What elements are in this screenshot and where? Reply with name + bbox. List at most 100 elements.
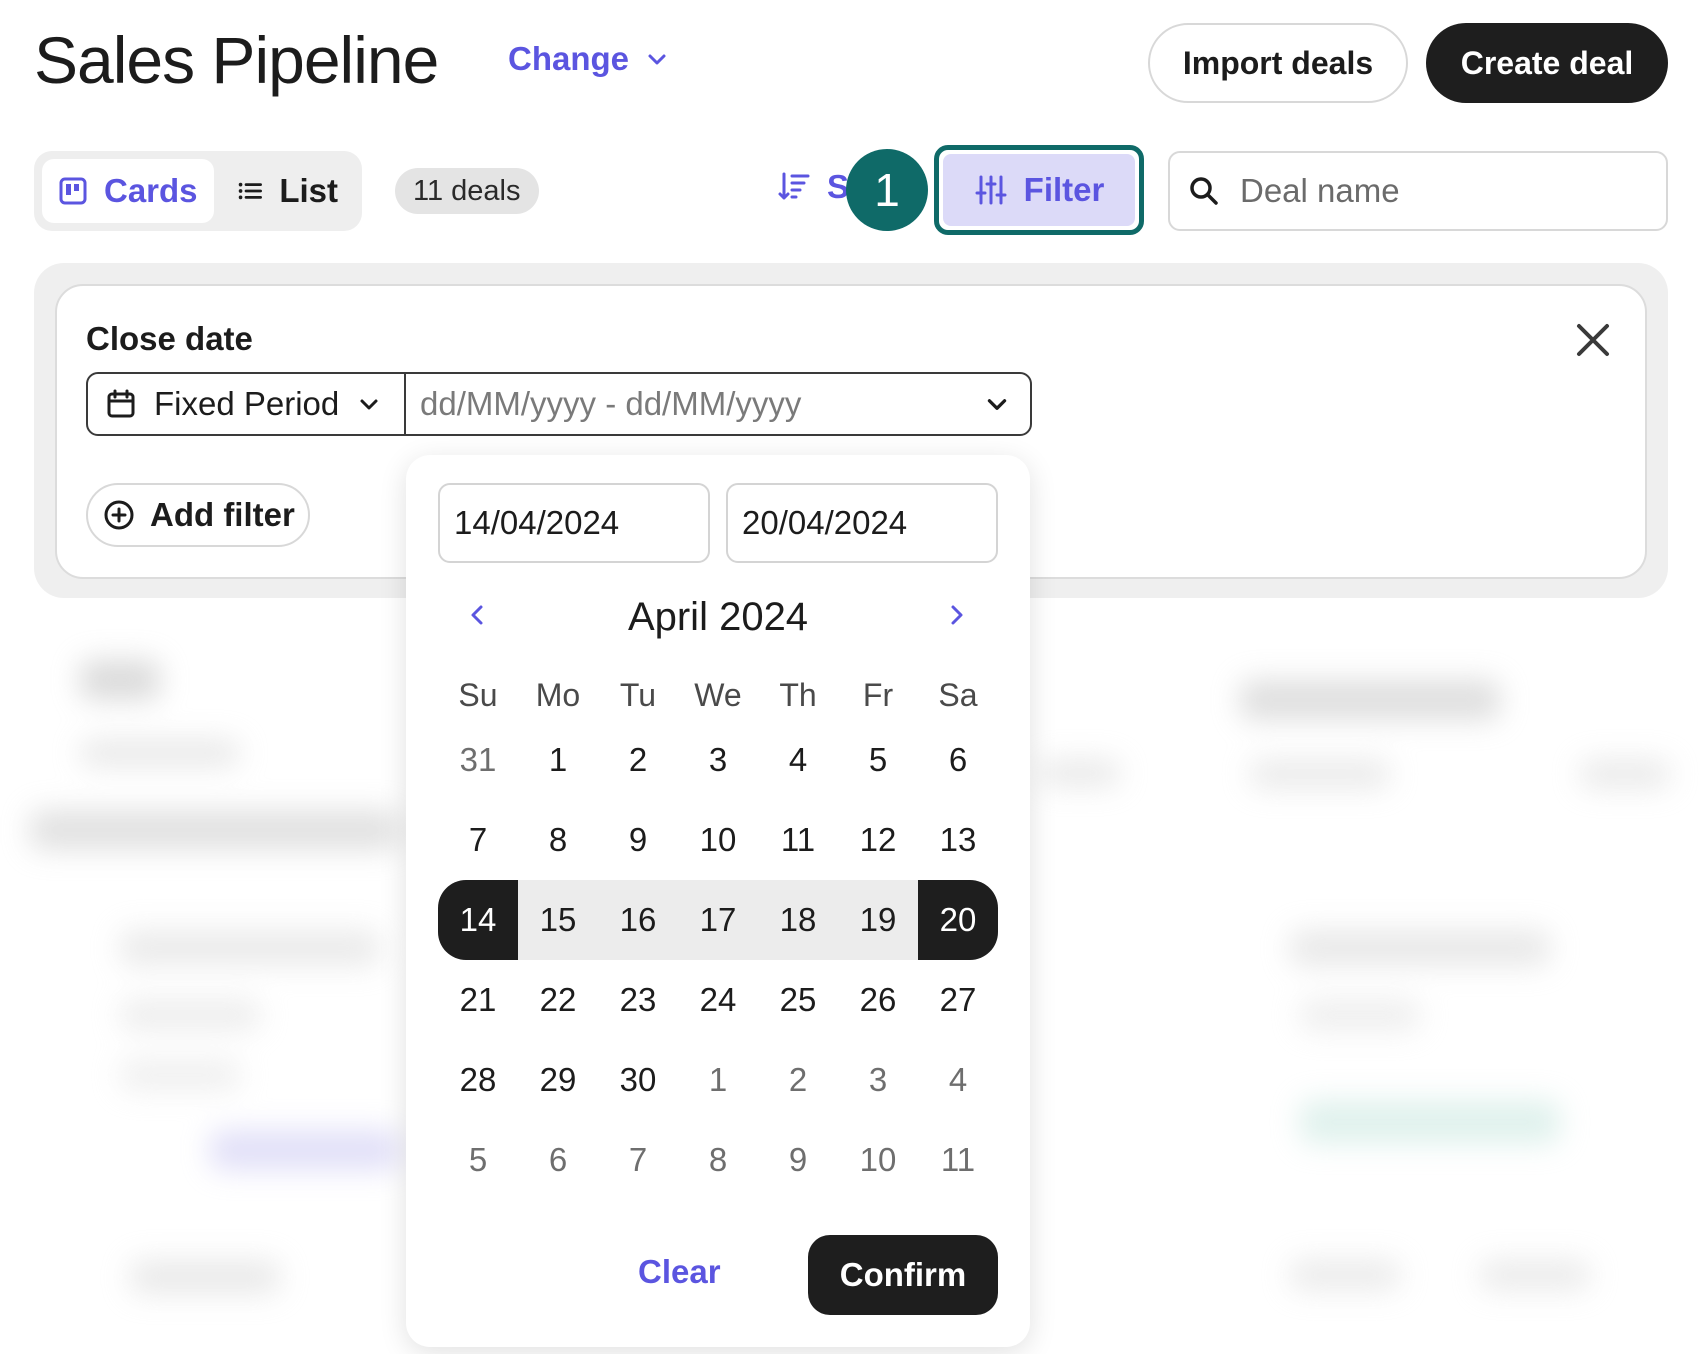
calendar-day[interactable]: 12 xyxy=(838,800,918,880)
weekday-label: Th xyxy=(779,677,817,713)
prev-month-button[interactable] xyxy=(458,595,498,635)
calendar-day[interactable]: 7 xyxy=(438,800,518,880)
create-deal-button[interactable]: Create deal xyxy=(1426,23,1668,103)
sort-button[interactable]: S xyxy=(777,168,849,206)
start-date-input[interactable]: 14/04/2024 xyxy=(438,483,710,563)
calendar-day[interactable]: 30 xyxy=(598,1040,678,1120)
import-deals-button[interactable]: Import deals xyxy=(1148,23,1408,103)
calendar-day[interactable]: 21 xyxy=(438,960,518,1040)
next-month-button[interactable] xyxy=(936,595,976,635)
search-box xyxy=(1168,151,1668,231)
weekday-label: Mo xyxy=(535,677,581,713)
calendar-day[interactable]: 1 xyxy=(678,1040,758,1120)
sliders-icon xyxy=(975,175,1007,205)
calendar-day[interactable]: 23 xyxy=(598,960,678,1040)
calendar-day[interactable]: 5 xyxy=(838,720,918,800)
calendar-day[interactable]: 13 xyxy=(918,800,998,880)
weekday-header: Su Mo Tu We Th Fr Sa xyxy=(438,677,998,714)
close-date-label: Close date xyxy=(86,320,253,357)
weekday-label: Tu xyxy=(619,677,657,713)
view-list-button[interactable]: List xyxy=(220,159,354,223)
calendar-day[interactable]: 29 xyxy=(518,1040,598,1120)
calendar-day[interactable]: 8 xyxy=(518,800,598,880)
weekday-label: Sa xyxy=(938,677,978,713)
calendar-day[interactable]: 9 xyxy=(758,1120,838,1200)
search-icon xyxy=(1190,177,1218,205)
filter-label: Filter xyxy=(1023,171,1105,208)
weekday-label: Su xyxy=(458,677,498,713)
calendar-day[interactable]: 3 xyxy=(838,1040,918,1120)
period-select[interactable]: Fixed Period xyxy=(88,374,406,434)
calendar-day[interactable]: 27 xyxy=(918,960,998,1040)
chevron-down-icon xyxy=(360,399,378,410)
chevron-right-icon xyxy=(951,605,963,625)
clear-button[interactable]: Clear xyxy=(638,1253,721,1291)
view-cards-button[interactable]: Cards xyxy=(42,159,214,223)
calendar-day[interactable]: 3 xyxy=(678,720,758,800)
calendar-day[interactable]: 28 xyxy=(438,1040,518,1120)
calendar-day[interactable]: 6 xyxy=(518,1120,598,1200)
calendar-day[interactable]: 10 xyxy=(838,1120,918,1200)
chevron-down-icon xyxy=(987,399,1007,410)
change-label: Change xyxy=(508,40,630,77)
sort-icon xyxy=(778,172,810,200)
calendar-day[interactable]: 6 xyxy=(918,720,998,800)
calendar-day[interactable]: 4 xyxy=(758,720,838,800)
deals-count-badge: 11 deals xyxy=(395,168,539,214)
calendar-day[interactable]: 16 xyxy=(598,880,678,960)
calendar-day[interactable]: 10 xyxy=(678,800,758,880)
calendar-week: 31 1 2 3 4 5 6 xyxy=(438,720,998,800)
calendar-day[interactable]: 1 xyxy=(518,720,598,800)
calendar-day[interactable]: 31 xyxy=(438,720,518,800)
calendar-week: 14 15 16 17 18 19 20 xyxy=(438,880,998,960)
view-toggle: Cards List xyxy=(34,151,362,231)
change-pipeline-button[interactable]: Change xyxy=(508,40,669,78)
add-filter-button[interactable]: Add filter xyxy=(86,483,310,547)
calendar-week: 7 8 9 10 11 12 13 xyxy=(438,800,998,880)
period-value: Fixed Period xyxy=(154,385,340,422)
close-date-field: Fixed Period dd/MM/yyyy - dd/MM/yyyy xyxy=(86,372,1032,436)
date-range-input[interactable]: dd/MM/yyyy - dd/MM/yyyy xyxy=(406,385,1030,423)
calendar-day[interactable]: 14 xyxy=(438,880,518,960)
confirm-button[interactable]: Confirm xyxy=(808,1235,998,1315)
calendar-day[interactable]: 2 xyxy=(598,720,678,800)
calendar-day[interactable]: 20 xyxy=(918,880,998,960)
calendar-day[interactable]: 24 xyxy=(678,960,758,1040)
page-title: Sales Pipeline xyxy=(34,23,439,97)
close-icon[interactable] xyxy=(1573,320,1613,360)
calendar-day[interactable]: 22 xyxy=(518,960,598,1040)
calendar-day[interactable]: 9 xyxy=(598,800,678,880)
calendar-day[interactable]: 11 xyxy=(758,800,838,880)
calendar-day[interactable]: 15 xyxy=(518,880,598,960)
view-list-label: List xyxy=(279,172,338,209)
calendar-day[interactable]: 2 xyxy=(758,1040,838,1120)
list-icon xyxy=(238,182,262,200)
calendar-day[interactable]: 25 xyxy=(758,960,838,1040)
view-cards-label: Cards xyxy=(104,172,198,209)
chevron-down-icon xyxy=(648,54,666,65)
weekday-label: We xyxy=(694,677,742,713)
calendar-grid: 31 1 2 3 4 5 6 7 8 9 10 11 12 13 14 15 16 17 18 19 20 21 22 23 2… xyxy=(438,720,998,1200)
date-range-placeholder: dd/MM/yyyy - dd/MM/yyyy xyxy=(420,385,802,422)
calendar-day[interactable]: 17 xyxy=(678,880,758,960)
calendar-day[interactable]: 26 xyxy=(838,960,918,1040)
filter-button[interactable]: Filter xyxy=(934,145,1144,235)
calendar-week: 5 6 7 8 9 10 11 xyxy=(438,1120,998,1200)
add-filter-label: Add filter xyxy=(150,496,295,533)
calendar-icon xyxy=(107,389,135,418)
calendar-day[interactable]: 7 xyxy=(598,1120,678,1200)
weekday-label: Fr xyxy=(862,677,894,713)
calendar-day[interactable]: 11 xyxy=(918,1120,998,1200)
calendar-day[interactable]: 19 xyxy=(838,880,918,960)
calendar-day[interactable]: 8 xyxy=(678,1120,758,1200)
plus-circle-icon xyxy=(104,500,134,530)
calendar-week: 21 22 23 24 25 26 27 xyxy=(438,960,998,1040)
calendar-week: 28 29 30 1 2 3 4 xyxy=(438,1040,998,1120)
calendar-day[interactable]: 18 xyxy=(758,880,838,960)
calendar-day[interactable]: 5 xyxy=(438,1120,518,1200)
cards-icon xyxy=(59,177,87,205)
calendar-day[interactable]: 4 xyxy=(918,1040,998,1120)
end-date-input[interactable]: 20/04/2024 xyxy=(726,483,998,563)
search-input[interactable] xyxy=(1240,172,1640,210)
filter-button-inner: Filter xyxy=(943,154,1135,226)
